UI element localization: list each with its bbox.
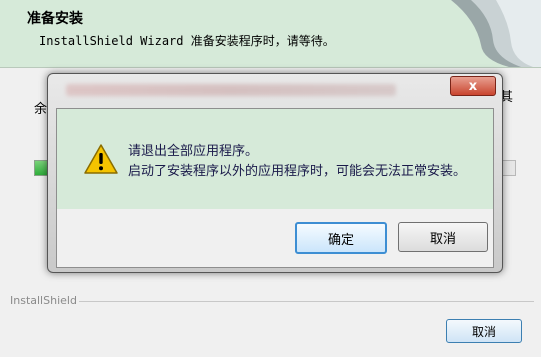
dialog-cancel-button[interactable]: 取消 <box>398 222 488 252</box>
close-icon[interactable]: x <box>450 76 496 96</box>
dialog-message-area: 请退出全部应用程序。 启动了安装程序以外的应用程序时，可能会无法正常安装。 <box>57 109 493 209</box>
dialog-titlebar[interactable]: x <box>48 74 502 104</box>
footer-brand-label: InstallShield <box>8 294 79 307</box>
footer-divider <box>76 301 534 302</box>
ok-button[interactable]: 确定 <box>295 222 387 254</box>
dialog-client-area: 请退出全部应用程序。 启动了安装程序以外的应用程序时，可能会无法正常安装。 确定… <box>56 108 494 268</box>
warning-icon <box>84 144 118 174</box>
installer-title: 准备安装 <box>27 11 83 27</box>
dialog-title-obscured <box>66 84 396 96</box>
installer-body-text-left: 余 <box>34 102 48 117</box>
installer-header: 准备安装 InstallShield Wizard 准备安装程序时，请等待。 <box>0 0 541 68</box>
installer-cancel-button[interactable]: 取消 <box>446 319 522 343</box>
installer-header-graphic <box>451 0 541 67</box>
dialog-message-line-2: 启动了安装程序以外的应用程序时，可能会无法正常安装。 <box>128 164 467 179</box>
warning-dialog: x 请退出全部应用程序。 启动了安装程序以外的应用程序时，可能会无法正常安装。 … <box>47 73 503 273</box>
installer-subtitle: InstallShield Wizard 准备安装程序时，请等待。 <box>39 34 335 48</box>
dialog-message-line-1: 请退出全部应用程序。 <box>128 144 259 159</box>
